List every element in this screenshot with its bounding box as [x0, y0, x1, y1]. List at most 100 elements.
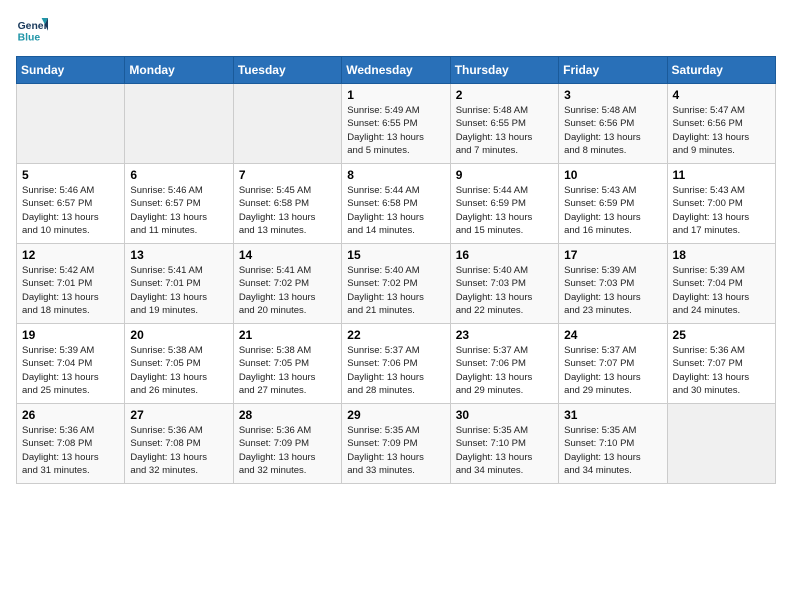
day-info: Sunrise: 5:43 AMSunset: 6:59 PMDaylight:… — [564, 184, 661, 237]
calendar-cell: 16 Sunrise: 5:40 AMSunset: 7:03 PMDayligh… — [450, 244, 558, 324]
day-info: Sunrise: 5:38 AMSunset: 7:05 PMDaylight:… — [239, 344, 336, 397]
day-number: 9 — [456, 168, 553, 182]
day-number: 6 — [130, 168, 227, 182]
day-number: 10 — [564, 168, 661, 182]
calendar-cell — [233, 84, 341, 164]
weekday-header-tuesday: Tuesday — [233, 57, 341, 84]
calendar-cell: 6 Sunrise: 5:46 AMSunset: 6:57 PMDaylight… — [125, 164, 233, 244]
page-header: General Blue — [16, 16, 776, 44]
day-info: Sunrise: 5:35 AMSunset: 7:10 PMDaylight:… — [564, 424, 661, 477]
day-number: 24 — [564, 328, 661, 342]
day-number: 11 — [673, 168, 770, 182]
calendar-cell: 12 Sunrise: 5:42 AMSunset: 7:01 PMDayligh… — [17, 244, 125, 324]
calendar-cell: 13 Sunrise: 5:41 AMSunset: 7:01 PMDayligh… — [125, 244, 233, 324]
calendar-cell: 18 Sunrise: 5:39 AMSunset: 7:04 PMDayligh… — [667, 244, 775, 324]
weekday-header-sunday: Sunday — [17, 57, 125, 84]
calendar-cell: 29 Sunrise: 5:35 AMSunset: 7:09 PMDayligh… — [342, 404, 450, 484]
weekday-header-friday: Friday — [559, 57, 667, 84]
calendar-cell — [125, 84, 233, 164]
calendar-cell: 30 Sunrise: 5:35 AMSunset: 7:10 PMDayligh… — [450, 404, 558, 484]
day-info: Sunrise: 5:39 AMSunset: 7:04 PMDaylight:… — [22, 344, 119, 397]
calendar-week-row: 26Sunrise: 5:36 AMSunset: 7:08 PMDayligh… — [17, 404, 776, 484]
day-info: Sunrise: 5:35 AMSunset: 7:10 PMDaylight:… — [456, 424, 553, 477]
day-info: Sunrise: 5:37 AMSunset: 7:06 PMDaylight:… — [456, 344, 553, 397]
calendar-cell: 5 Sunrise: 5:46 AMSunset: 6:57 PMDaylight… — [17, 164, 125, 244]
calendar-cell: 25Sunrise: 5:36 AMSunset: 7:07 PMDayligh… — [667, 324, 775, 404]
day-number: 31 — [564, 408, 661, 422]
calendar-cell: 9 Sunrise: 5:44 AMSunset: 6:59 PMDaylight… — [450, 164, 558, 244]
day-info: Sunrise: 5:48 AMSunset: 6:55 PMDaylight:… — [456, 104, 553, 157]
day-number: 4 — [673, 88, 770, 102]
day-number: 27 — [130, 408, 227, 422]
calendar-cell: 27Sunrise: 5:36 AMSunset: 7:08 PMDayligh… — [125, 404, 233, 484]
day-number: 12 — [22, 248, 119, 262]
day-info: Sunrise: 5:37 AMSunset: 7:06 PMDaylight:… — [347, 344, 444, 397]
day-number: 29 — [347, 408, 444, 422]
day-number: 3 — [564, 88, 661, 102]
calendar-cell — [667, 404, 775, 484]
day-number: 7 — [239, 168, 336, 182]
day-number: 25 — [673, 328, 770, 342]
weekday-header-monday: Monday — [125, 57, 233, 84]
day-info: Sunrise: 5:41 AMSunset: 7:01 PMDaylight:… — [130, 264, 227, 317]
day-info: Sunrise: 5:42 AMSunset: 7:01 PMDaylight:… — [22, 264, 119, 317]
day-info: Sunrise: 5:40 AMSunset: 7:02 PMDaylight:… — [347, 264, 444, 317]
logo-icon: General Blue — [16, 16, 48, 44]
calendar-table: SundayMondayTuesdayWednesdayThursdayFrid… — [16, 56, 776, 484]
day-number: 28 — [239, 408, 336, 422]
calendar-cell: 1Sunrise: 5:49 AMSunset: 6:55 PMDaylight… — [342, 84, 450, 164]
day-info: Sunrise: 5:48 AMSunset: 6:56 PMDaylight:… — [564, 104, 661, 157]
day-info: Sunrise: 5:45 AMSunset: 6:58 PMDaylight:… — [239, 184, 336, 237]
weekday-header-wednesday: Wednesday — [342, 57, 450, 84]
calendar-cell: 24 Sunrise: 5:37 AMSunset: 7:07 PMDayligh… — [559, 324, 667, 404]
calendar-cell: 4 Sunrise: 5:47 AMSunset: 6:56 PMDaylight… — [667, 84, 775, 164]
day-info: Sunrise: 5:39 AMSunset: 7:04 PMDaylight:… — [673, 264, 770, 317]
day-number: 18 — [673, 248, 770, 262]
calendar-cell: 11Sunrise: 5:43 AMSunset: 7:00 PMDayligh… — [667, 164, 775, 244]
day-number: 20 — [130, 328, 227, 342]
calendar-cell: 3 Sunrise: 5:48 AMSunset: 6:56 PMDaylight… — [559, 84, 667, 164]
svg-text:General: General — [18, 21, 48, 32]
day-info: Sunrise: 5:44 AMSunset: 6:59 PMDaylight:… — [456, 184, 553, 237]
day-info: Sunrise: 5:41 AMSunset: 7:02 PMDaylight:… — [239, 264, 336, 317]
calendar-cell: 31 Sunrise: 5:35 AMSunset: 7:10 PMDayligh… — [559, 404, 667, 484]
calendar-cell: 15 Sunrise: 5:40 AMSunset: 7:02 PMDayligh… — [342, 244, 450, 324]
calendar-cell: 20Sunrise: 5:38 AMSunset: 7:05 PMDayligh… — [125, 324, 233, 404]
day-number: 23 — [456, 328, 553, 342]
day-number: 2 — [456, 88, 553, 102]
day-number: 21 — [239, 328, 336, 342]
weekday-header-thursday: Thursday — [450, 57, 558, 84]
day-number: 14 — [239, 248, 336, 262]
calendar-week-row: 5 Sunrise: 5:46 AMSunset: 6:57 PMDaylight… — [17, 164, 776, 244]
calendar-cell: 22 Sunrise: 5:37 AMSunset: 7:06 PMDayligh… — [342, 324, 450, 404]
day-number: 5 — [22, 168, 119, 182]
day-info: Sunrise: 5:44 AMSunset: 6:58 PMDaylight:… — [347, 184, 444, 237]
day-info: Sunrise: 5:40 AMSunset: 7:03 PMDaylight:… — [456, 264, 553, 317]
day-number: 15 — [347, 248, 444, 262]
weekday-header-saturday: Saturday — [667, 57, 775, 84]
calendar-header-row: SundayMondayTuesdayWednesdayThursdayFrid… — [17, 57, 776, 84]
day-info: Sunrise: 5:36 AMSunset: 7:09 PMDaylight:… — [239, 424, 336, 477]
calendar-cell: 23 Sunrise: 5:37 AMSunset: 7:06 PMDayligh… — [450, 324, 558, 404]
day-number: 19 — [22, 328, 119, 342]
day-info: Sunrise: 5:46 AMSunset: 6:57 PMDaylight:… — [130, 184, 227, 237]
day-info: Sunrise: 5:46 AMSunset: 6:57 PMDaylight:… — [22, 184, 119, 237]
day-info: Sunrise: 5:37 AMSunset: 7:07 PMDaylight:… — [564, 344, 661, 397]
calendar-week-row: 12 Sunrise: 5:42 AMSunset: 7:01 PMDayligh… — [17, 244, 776, 324]
calendar-cell: 19 Sunrise: 5:39 AMSunset: 7:04 PMDayligh… — [17, 324, 125, 404]
calendar-cell: 21 Sunrise: 5:38 AMSunset: 7:05 PMDayligh… — [233, 324, 341, 404]
calendar-cell: 10 Sunrise: 5:43 AMSunset: 6:59 PMDayligh… — [559, 164, 667, 244]
day-number: 22 — [347, 328, 444, 342]
calendar-cell: 14 Sunrise: 5:41 AMSunset: 7:02 PMDayligh… — [233, 244, 341, 324]
svg-text:Blue: Blue — [18, 32, 41, 43]
day-info: Sunrise: 5:35 AMSunset: 7:09 PMDaylight:… — [347, 424, 444, 477]
calendar-cell — [17, 84, 125, 164]
day-number: 13 — [130, 248, 227, 262]
day-info: Sunrise: 5:39 AMSunset: 7:03 PMDaylight:… — [564, 264, 661, 317]
day-info: Sunrise: 5:47 AMSunset: 6:56 PMDaylight:… — [673, 104, 770, 157]
day-number: 30 — [456, 408, 553, 422]
logo: General Blue — [16, 16, 52, 44]
calendar-cell: 26Sunrise: 5:36 AMSunset: 7:08 PMDayligh… — [17, 404, 125, 484]
day-number: 16 — [456, 248, 553, 262]
calendar-cell: 28 Sunrise: 5:36 AMSunset: 7:09 PMDayligh… — [233, 404, 341, 484]
